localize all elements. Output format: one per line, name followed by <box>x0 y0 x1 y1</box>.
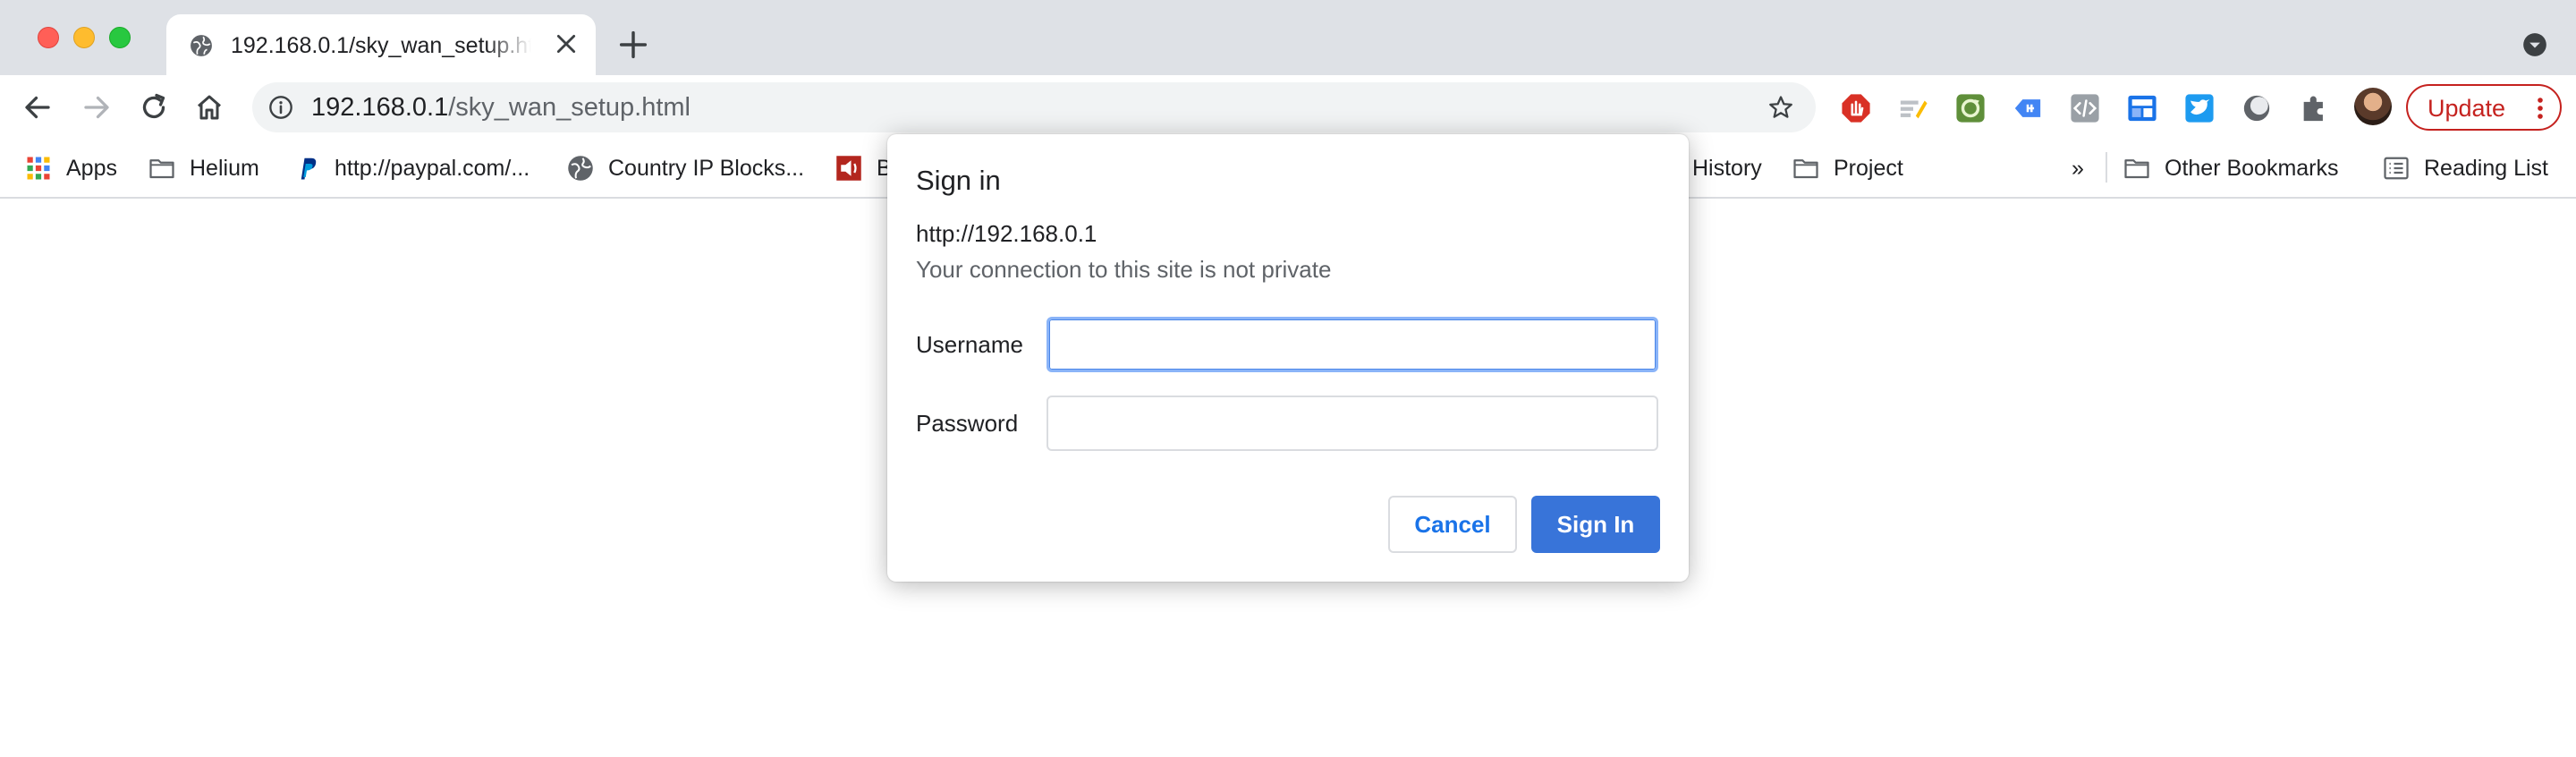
active-tab[interactable]: 192.168.0.1/sky_wan_setup.html <box>166 14 596 75</box>
apps-grid-icon <box>27 157 50 180</box>
tab-title: 192.168.0.1/sky_wan_setup.html <box>231 33 531 58</box>
site-info-icon[interactable] <box>268 95 293 120</box>
bookmark-label: Project <box>1834 155 1903 181</box>
highlighter-icon[interactable] <box>1898 93 1928 123</box>
puzzle-icon[interactable] <box>2299 93 2329 123</box>
bookmark-helium[interactable]: Helium <box>148 152 259 184</box>
bookmark-reading-list[interactable]: Reading List <box>2383 152 2548 184</box>
folder-icon <box>1793 159 1818 179</box>
update-button[interactable]: Update <box>2406 84 2562 131</box>
browser-toolbar: 192.168.0.1/sky_wan_setup.html Update <box>0 75 2576 140</box>
close-icon[interactable] <box>555 32 578 55</box>
globe-icon <box>568 156 593 181</box>
profile-avatar[interactable] <box>2354 88 2392 125</box>
bookmark-apps[interactable]: Apps <box>25 152 117 184</box>
address-bar[interactable]: 192.168.0.1/sky_wan_setup.html <box>252 82 1816 132</box>
folder-icon <box>149 159 174 179</box>
bookmark-label: Apps <box>66 155 117 181</box>
bookmark-label: http://paypal.com/... <box>335 155 530 181</box>
bookmark-label: Other Bookmarks <box>2165 155 2339 181</box>
bookmark-other-bookmarks[interactable]: Other Bookmarks <box>2123 152 2339 184</box>
back-icon[interactable] <box>21 91 54 123</box>
tag-ext-icon[interactable] <box>2012 93 2043 123</box>
window-close-button[interactable] <box>38 27 59 48</box>
folder-icon <box>2124 159 2149 179</box>
reading-list-icon <box>2384 157 2409 180</box>
window-maximize-button[interactable] <box>109 27 131 48</box>
username-label: Username <box>916 331 1023 358</box>
dark-mode-icon[interactable] <box>2241 93 2272 123</box>
bookmark-label: Helium <box>190 155 259 181</box>
dialog-origin: http://192.168.0.1 <box>916 220 1097 247</box>
adblock-icon[interactable] <box>1841 93 1871 123</box>
bird-ext-icon[interactable] <box>2184 93 2215 123</box>
window-minimize-button[interactable] <box>73 27 95 48</box>
password-label: Password <box>916 410 1019 437</box>
reload-icon[interactable] <box>138 91 170 123</box>
cancel-button[interactable]: Cancel <box>1388 496 1517 553</box>
tab-strip: 192.168.0.1/sky_wan_setup.html <box>0 0 2576 75</box>
bookmark-star-icon[interactable] <box>1767 94 1794 121</box>
dialog-title: Sign in <box>916 165 1001 196</box>
password-field[interactable] <box>1046 396 1658 451</box>
tab-search-icon[interactable] <box>2522 32 2547 57</box>
url-host: 192.168.0.1 <box>311 93 449 122</box>
sign-in-dialog: Sign in http://192.168.0.1 Your connecti… <box>887 134 1689 582</box>
home-icon[interactable] <box>193 91 225 123</box>
bookmark-label: Reading List <box>2424 155 2548 181</box>
username-field[interactable] <box>1046 317 1658 372</box>
update-label: Update <box>2428 95 2506 122</box>
code-ext-icon[interactable] <box>2070 93 2100 123</box>
bookmark-history[interactable]: History <box>1692 152 1762 184</box>
bookmarks-overflow-button[interactable]: » <box>2072 152 2084 184</box>
bookmark-project[interactable]: Project <box>1792 152 1903 184</box>
bookmark-label: History <box>1692 155 1762 181</box>
globe-icon <box>191 35 212 56</box>
refresh-ext-icon[interactable] <box>1955 93 1986 123</box>
overflow-chevron-icon: » <box>2072 155 2084 181</box>
url-text: 192.168.0.1/sky_wan_setup.html <box>311 93 691 122</box>
speaker-icon <box>836 156 861 181</box>
sign-in-button[interactable]: Sign In <box>1531 496 1660 553</box>
more-menu-icon[interactable] <box>2537 97 2544 120</box>
paypal-icon <box>301 157 317 180</box>
layout-ext-icon[interactable] <box>2127 93 2157 123</box>
new-tab-icon[interactable] <box>619 30 648 59</box>
bookmark-country-ip[interactable]: Country IP Blocks... <box>567 152 804 184</box>
bookmarks-divider <box>2106 152 2107 183</box>
bookmark-b[interactable]: B <box>835 152 892 184</box>
forward-icon[interactable] <box>80 91 113 123</box>
url-path: /sky_wan_setup.html <box>448 93 691 122</box>
bookmark-paypal[interactable]: http://paypal.com/... <box>293 152 530 184</box>
bookmark-label: Country IP Blocks... <box>608 155 805 181</box>
dialog-warning: Your connection to this site is not priv… <box>916 256 1332 283</box>
